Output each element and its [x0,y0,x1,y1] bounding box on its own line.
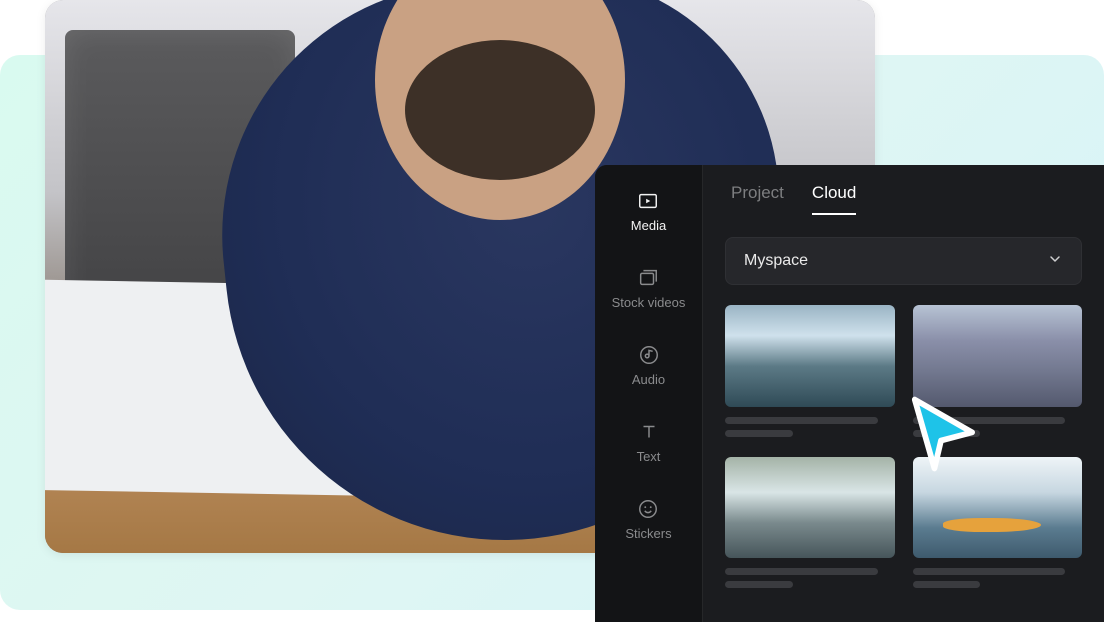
tabs: Project Cloud [731,183,1082,215]
space-dropdown[interactable]: Myspace [725,237,1082,285]
media-card[interactable] [725,457,895,589]
card-meta [913,568,1083,588]
tab-project[interactable]: Project [731,183,784,215]
editor-content: Project Cloud Myspace [703,165,1104,622]
dropdown-selected-label: Myspace [744,252,808,270]
media-card[interactable] [725,305,895,437]
editor-sidebar: Media Stock videos Audio [595,165,703,622]
tab-cloud[interactable]: Cloud [812,183,856,215]
stickers-icon [636,497,660,521]
stock-videos-icon [636,266,660,290]
sidebar-item-label: Text [637,450,661,463]
sidebar-item-label: Stock videos [612,296,686,309]
sidebar-item-label: Stickers [625,527,671,540]
media-thumbnail [913,305,1083,407]
media-thumbnail [913,457,1083,559]
card-meta [725,568,895,588]
sidebar-item-media[interactable]: Media [631,185,666,236]
sidebar-item-text[interactable]: Text [637,416,661,467]
media-card[interactable] [913,305,1083,437]
chevron-down-icon [1047,251,1063,272]
sidebar-item-audio[interactable]: Audio [632,339,665,390]
card-meta [725,417,895,437]
card-meta [913,417,1083,437]
sidebar-item-label: Media [631,219,666,232]
audio-icon [637,343,661,367]
media-grid [725,305,1082,588]
media-card[interactable] [913,457,1083,589]
editor-panel: Media Stock videos Audio [595,165,1104,622]
sidebar-item-label: Audio [632,373,665,386]
media-thumbnail [725,457,895,559]
media-icon [636,189,660,213]
text-icon [637,420,661,444]
sidebar-item-stock-videos[interactable]: Stock videos [612,262,686,313]
sidebar-item-stickers[interactable]: Stickers [625,493,671,544]
media-thumbnail [725,305,895,407]
